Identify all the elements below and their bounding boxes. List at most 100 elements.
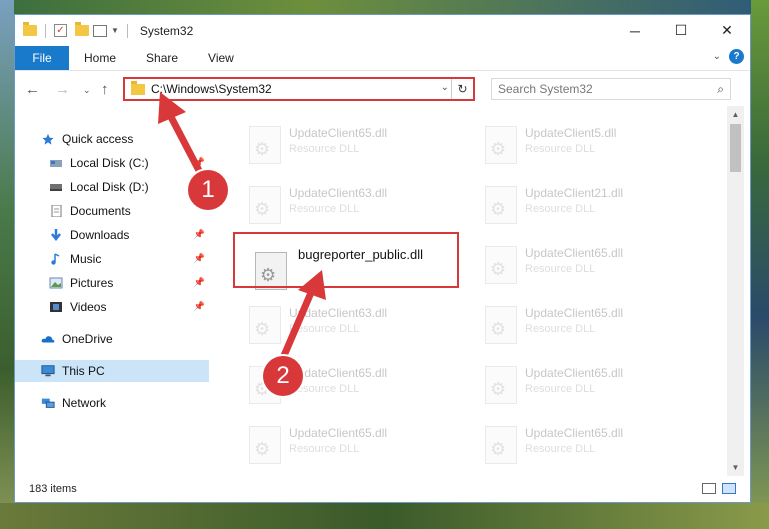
file-name: UpdateClient63.dll (289, 186, 388, 200)
nav-item-network[interactable]: Network (15, 392, 209, 414)
pin-icon: 📌 (193, 301, 205, 311)
nav-item-this-pc[interactable]: This PC (15, 360, 209, 382)
nav-item-pictures[interactable]: Pictures 📌 (15, 272, 209, 294)
file-type: Resource DLL (289, 203, 360, 215)
pin-icon: 📌 (193, 253, 205, 263)
list-item[interactable]: UpdateClient21.dll Resource DLL (475, 176, 705, 230)
close-button[interactable]: ✕ (704, 15, 750, 46)
step-badge-1: 1 (188, 170, 228, 210)
recent-locations-icon[interactable]: ⌄ (83, 85, 91, 96)
list-item[interactable]: UpdateClient65.dll Resource DLL (475, 416, 705, 470)
list-item[interactable]: UpdateClient65.dll Resource DLL (239, 416, 469, 470)
documents-icon (51, 205, 62, 217)
scroll-thumb[interactable] (730, 124, 741, 172)
music-icon (51, 253, 60, 265)
forward-arrow-icon[interactable]: → (55, 81, 70, 98)
file-name: UpdateClient65.dll (525, 426, 624, 440)
dll-file-icon (485, 246, 517, 284)
back-arrow-icon[interactable]: ← (25, 81, 40, 98)
file-type: Resource DLL (525, 383, 596, 395)
properties-check-icon[interactable]: ✓ (54, 24, 67, 37)
tab-home[interactable]: Home (69, 46, 131, 70)
quick-access-toolbar: ✓ ▼ (15, 22, 132, 38)
nav-label: Pictures (70, 276, 114, 290)
star-icon (42, 133, 54, 145)
nav-label: Local Disk (D:) (70, 180, 149, 194)
ribbon-tabs: File Home Share View ⌄ ? (15, 46, 750, 70)
file-type: Resource DLL (525, 443, 596, 455)
nav-label: This PC (62, 364, 105, 378)
nav-item-videos[interactable]: Videos 📌 (15, 296, 209, 318)
nav-label: Local Disk (C:) (70, 156, 149, 170)
address-bar[interactable]: C:\Windows\System32 ⌄ ↻ (123, 77, 475, 101)
status-bar: 183 items (15, 476, 750, 502)
list-item[interactable]: UpdateClient63.dll Resource DLL (239, 176, 469, 230)
nav-item-music[interactable]: Music 📌 (15, 248, 209, 270)
videos-icon (50, 302, 62, 312)
nav-item-local-disk-c[interactable]: Local Disk (C:) 📌 (15, 152, 209, 174)
list-item[interactable]: UpdateClient65.dll Resource DLL (475, 356, 705, 410)
file-name: UpdateClient65.dll (525, 366, 624, 380)
expand-ribbon-icon[interactable]: ⌄ (713, 51, 721, 62)
search-icon[interactable]: ⌕ (717, 82, 724, 97)
tab-file[interactable]: File (15, 46, 69, 70)
list-item[interactable]: UpdateClient65.dll Resource DLL (475, 236, 705, 290)
tab-share[interactable]: Share (131, 46, 193, 70)
help-icon[interactable]: ? (729, 49, 744, 64)
navigation-pane: Quick access Local Disk (C:) 📌 Local Dis… (15, 106, 209, 476)
nav-label: Documents (70, 204, 131, 218)
up-arrow-icon[interactable]: ↑ (101, 81, 109, 98)
nav-item-downloads[interactable]: Downloads 📌 (15, 224, 209, 246)
list-item[interactable]: UpdateClient65.dll Resource DLL (475, 296, 705, 350)
dll-file-icon (249, 186, 281, 224)
dll-file-icon (485, 306, 517, 344)
toolbar-divider (45, 23, 46, 38)
maximize-button[interactable]: ☐ (658, 15, 704, 46)
nav-label: OneDrive (62, 332, 113, 346)
dll-file-icon (249, 126, 281, 164)
drive-icon (50, 184, 62, 191)
dll-file-icon (249, 426, 281, 464)
file-type: Resource DLL (525, 263, 596, 275)
list-item[interactable]: UpdateClient63.dll Resource DLL (239, 296, 469, 350)
search-input[interactable]: Search System32 ⌕ (491, 78, 731, 100)
tiles-view-icon[interactable] (722, 483, 736, 494)
scroll-up-icon[interactable]: ▲ (727, 106, 744, 123)
onedrive-icon (41, 336, 55, 343)
nav-item-onedrive[interactable]: OneDrive (15, 328, 209, 350)
new-folder-icon[interactable] (75, 22, 89, 36)
folder-icon (131, 80, 145, 95)
folder-icon[interactable] (23, 22, 37, 36)
list-item[interactable]: UpdateClient5.dll Resource DLL (475, 116, 705, 170)
file-name: UpdateClient5.dll (525, 126, 617, 140)
pin-icon: 📌 (193, 157, 205, 167)
dll-file-icon (485, 186, 517, 224)
ribbon-right-controls: ⌄ ? (713, 49, 744, 64)
list-item[interactable]: UpdateClient65.dll Resource DLL (239, 116, 469, 170)
network-icon (41, 398, 55, 408)
scroll-down-icon[interactable]: ▼ (727, 459, 744, 476)
nav-item-quick-access[interactable]: Quick access (15, 128, 209, 150)
pin-icon: 📌 (193, 229, 205, 239)
search-placeholder: Search System32 (498, 82, 593, 96)
nav-label: Quick access (62, 132, 134, 146)
item-count: 183 items (29, 483, 77, 495)
vertical-scrollbar[interactable]: ▲ ▼ (727, 106, 744, 476)
chevron-down-icon[interactable]: ▼ (111, 26, 119, 35)
customize-icon[interactable] (93, 24, 107, 37)
drive-icon (50, 160, 62, 167)
nav-item-documents[interactable]: Documents (15, 200, 209, 222)
tab-view[interactable]: View (193, 46, 249, 70)
address-path[interactable]: C:\Windows\System32 (151, 82, 272, 96)
file-type: Resource DLL (525, 323, 596, 335)
details-view-icon[interactable] (702, 483, 716, 494)
nav-item-local-disk-d[interactable]: Local Disk (D:) (15, 176, 209, 198)
minimize-button[interactable]: ─ (612, 15, 658, 46)
file-name: UpdateClient65.dll (289, 126, 388, 140)
dll-file-icon (485, 366, 517, 404)
file-name: UpdateClient65.dll (525, 306, 624, 320)
refresh-icon[interactable]: ↻ (451, 79, 473, 99)
dll-file-icon (249, 306, 281, 344)
nav-label: Network (62, 396, 107, 410)
chevron-down-icon[interactable]: ⌄ (441, 82, 449, 93)
